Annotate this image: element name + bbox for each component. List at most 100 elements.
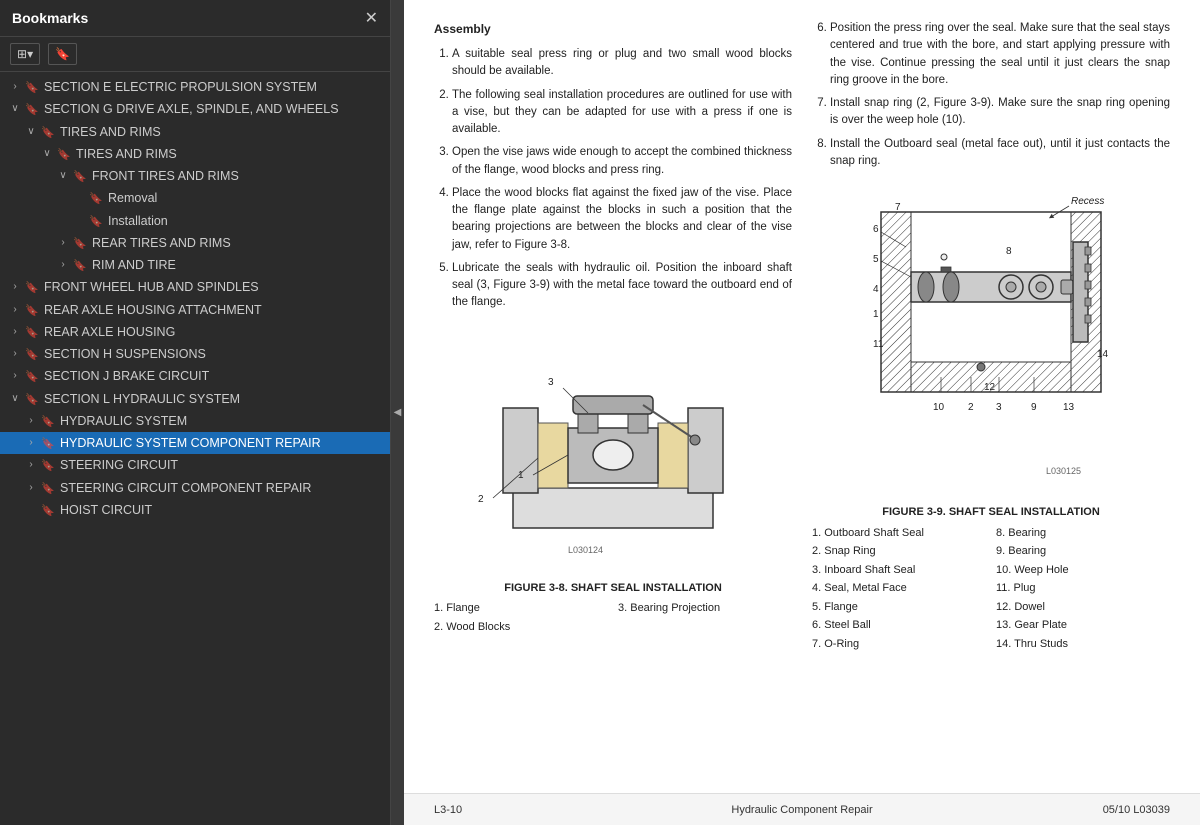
- expander-section-l[interactable]: ∨: [6, 393, 24, 404]
- bookmark-icon-rim-and-tire: 🔖: [72, 259, 88, 272]
- sidebar-item-section-h[interactable]: ›🔖 SECTION H SUSPENSIONS: [0, 343, 390, 365]
- tree-label-section-h: SECTION H SUSPENSIONS: [44, 346, 390, 362]
- sidebar-item-removal[interactable]: 🔖Removal: [0, 187, 390, 209]
- fig39-legend-left-6: 4. Seal, Metal Face: [812, 580, 986, 597]
- expander-section-g[interactable]: ∨: [6, 103, 24, 114]
- sidebar-item-steering-circuit[interactable]: ›🔖STEERING CIRCUIT: [0, 454, 390, 476]
- sidebar-item-front-tires[interactable]: ∨🔖 FRONT TIRES AND RIMS: [0, 165, 390, 187]
- bookmark-add-button[interactable]: 🔖: [48, 43, 77, 65]
- sidebar-tree: ›🔖SECTION E ELECTRIC PROPULSION SYSTEM∨🔖…: [0, 72, 390, 825]
- sidebar-item-hydraulic-repair[interactable]: ›🔖HYDRAULIC SYSTEM COMPONENT REPAIR: [0, 432, 390, 454]
- expander-steering-repair[interactable]: ›: [22, 482, 40, 493]
- bookmark-icon: 🔖: [55, 47, 70, 61]
- sidebar-item-hoist-circuit[interactable]: 🔖HOIST CIRCUIT: [0, 499, 390, 521]
- fig39-legend-left-0: 1. Outboard Shaft Seal: [812, 525, 986, 542]
- tree-label-front-tires: FRONT TIRES AND RIMS: [92, 168, 390, 184]
- svg-text:2: 2: [968, 402, 974, 413]
- fig39-legend-right-6: 11. Plug: [996, 580, 1170, 597]
- expander-tires-rims-parent[interactable]: ∨: [22, 126, 40, 137]
- figure-3-8-legend: 1. Flange 3. Bearing Projection 2. Wood Bl…: [434, 600, 792, 635]
- fig38-legend-item: 2. Wood Blocks: [434, 619, 608, 636]
- expander-section-j[interactable]: ›: [6, 370, 24, 381]
- bookmark-icon-section-h: 🔖: [24, 348, 40, 361]
- dropdown-arrow: ▾: [27, 47, 33, 61]
- assembly-step-5: Lubricate the seals with hydraulic oil. …: [452, 260, 792, 312]
- sidebar-item-section-j[interactable]: ›🔖SECTION J BRAKE CIRCUIT: [0, 365, 390, 387]
- svg-text:13: 13: [1063, 402, 1075, 413]
- figure-3-8-block: 1 2 3 L030124 FIGURE 3-8. SHAFT SEAL INS…: [434, 328, 792, 636]
- collapse-arrow-icon: ◀: [394, 407, 402, 418]
- expander-front-tires[interactable]: ∨: [54, 170, 72, 181]
- fig38-legend-item: 3. Bearing Projection: [618, 600, 792, 617]
- sidebar-item-section-e[interactable]: ›🔖SECTION E ELECTRIC PROPULSION SYSTEM: [0, 76, 390, 98]
- assembly-steps: A suitable seal press ring or plug and t…: [434, 46, 792, 312]
- svg-text:3: 3: [996, 402, 1002, 413]
- tree-label-steering-circuit: STEERING CIRCUIT: [60, 457, 390, 473]
- sidebar-item-steering-repair[interactable]: ›🔖STEERING CIRCUIT COMPONENT REPAIR: [0, 477, 390, 499]
- figure-3-9-diagram: 6 5 4 1 11 10 2: [851, 182, 1131, 492]
- sidebar-close-button[interactable]: ✕: [365, 8, 378, 28]
- svg-text:12: 12: [984, 382, 996, 393]
- tree-label-hoist-circuit: HOIST CIRCUIT: [60, 502, 390, 518]
- expander-section-h[interactable]: ›: [6, 348, 24, 359]
- svg-text:Recess: Recess: [1071, 196, 1104, 207]
- sidebar-item-section-g[interactable]: ∨🔖SECTION G DRIVE AXLE, SPINDLE, AND WHE…: [0, 98, 390, 120]
- tree-label-section-e: SECTION E ELECTRIC PROPULSION SYSTEM: [44, 79, 390, 95]
- expander-section-e[interactable]: ›: [6, 81, 24, 92]
- bookmark-icon-front-wheel: 🔖: [24, 281, 40, 294]
- bookmark-icon-rear-axle-attach: 🔖: [24, 304, 40, 317]
- sidebar-item-rear-axle-housing[interactable]: ›🔖REAR AXLE HOUSING: [0, 321, 390, 343]
- sidebar-toolbar: ⊞▾ 🔖: [0, 37, 390, 72]
- expander-tires-rims-sub[interactable]: ∨: [38, 148, 56, 159]
- svg-text:3: 3: [548, 377, 554, 388]
- assembly-step-1: A suitable seal press ring or plug and t…: [452, 46, 792, 81]
- svg-text:4: 4: [873, 284, 879, 295]
- footer-page-number: L3-10: [434, 804, 679, 816]
- figure-3-9-label: FIGURE 3-9. SHAFT SEAL INSTALLATION: [812, 504, 1170, 521]
- sidebar-collapse-handle[interactable]: ◀: [390, 0, 404, 825]
- tree-label-section-l: SECTION L HYDRAULIC SYSTEM: [44, 391, 390, 407]
- sidebar-item-installation[interactable]: 🔖 Installation: [0, 210, 390, 232]
- sidebar-item-tires-rims-sub[interactable]: ∨🔖TIRES AND RIMS: [0, 143, 390, 165]
- sidebar-item-rear-axle-attach[interactable]: ›🔖 REAR AXLE HOUSING ATTACHMENT: [0, 299, 390, 321]
- fig38-legend-item: 1. Flange: [434, 600, 608, 617]
- sidebar-item-tires-rims-parent[interactable]: ∨🔖 TIRES AND RIMS: [0, 121, 390, 143]
- sidebar-item-front-wheel[interactable]: ›🔖FRONT WHEEL HUB AND SPINDLES: [0, 276, 390, 298]
- footer-title: Hydraulic Component Repair: [679, 804, 924, 816]
- expander-hydraulic-repair[interactable]: ›: [22, 437, 40, 448]
- grid-icon: ⊞: [17, 47, 27, 61]
- expander-rear-tires[interactable]: ›: [54, 237, 72, 248]
- view-toggle-button[interactable]: ⊞▾: [10, 43, 40, 65]
- expander-steering-circuit[interactable]: ›: [22, 459, 40, 470]
- tree-label-installation: Installation: [108, 213, 390, 229]
- expander-front-wheel[interactable]: ›: [6, 281, 24, 292]
- fig39-legend-right-10: 13. Gear Plate: [996, 617, 1170, 634]
- svg-text:7: 7: [895, 202, 901, 213]
- tree-label-rear-axle-attach: REAR AXLE HOUSING ATTACHMENT: [44, 302, 390, 318]
- svg-text:L030125: L030125: [1046, 466, 1081, 476]
- sidebar-item-rear-tires[interactable]: ›🔖REAR TIRES AND RIMS: [0, 232, 390, 254]
- expander-rim-and-tire[interactable]: ›: [54, 259, 72, 270]
- assembly-step-2: The following seal installation procedur…: [452, 87, 792, 139]
- expander-hydraulic-system[interactable]: ›: [22, 415, 40, 426]
- expander-rear-axle-attach[interactable]: ›: [6, 304, 24, 315]
- bookmark-icon-hydraulic-repair: 🔖: [40, 437, 56, 450]
- expander-rear-axle-housing[interactable]: ›: [6, 326, 24, 337]
- bookmark-icon-rear-axle-housing: 🔖: [24, 326, 40, 339]
- assembly-step-4: Place the wood blocks flat against the f…: [452, 185, 792, 254]
- right-column: Position the press ring over the seal. M…: [812, 20, 1170, 652]
- sidebar-item-hydraulic-system[interactable]: ›🔖HYDRAULIC SYSTEM: [0, 410, 390, 432]
- fig39-legend-right-4: 10. Weep Hole: [996, 562, 1170, 579]
- bookmark-icon-tires-rims-parent: 🔖: [40, 126, 56, 139]
- sidebar-item-section-l[interactable]: ∨🔖SECTION L HYDRAULIC SYSTEM: [0, 388, 390, 410]
- assembly-steps-right: Position the press ring over the seal. M…: [812, 20, 1170, 170]
- bookmark-icon-installation: 🔖: [88, 215, 104, 228]
- fig39-legend-left-4: 3. Inboard Shaft Seal: [812, 562, 986, 579]
- figure-3-8-diagram: 1 2 3 L030124: [473, 328, 753, 568]
- bookmark-icon-removal: 🔖: [88, 192, 104, 205]
- fig39-legend-left-12: 7. O-Ring: [812, 636, 986, 653]
- sidebar-item-rim-and-tire[interactable]: ›🔖RIM AND TIRE: [0, 254, 390, 276]
- tree-label-tires-rims-parent: TIRES AND RIMS: [60, 124, 390, 140]
- bookmark-icon-front-tires: 🔖: [72, 170, 88, 183]
- page-footer: L3-10 Hydraulic Component Repair 05/10 L…: [404, 793, 1200, 825]
